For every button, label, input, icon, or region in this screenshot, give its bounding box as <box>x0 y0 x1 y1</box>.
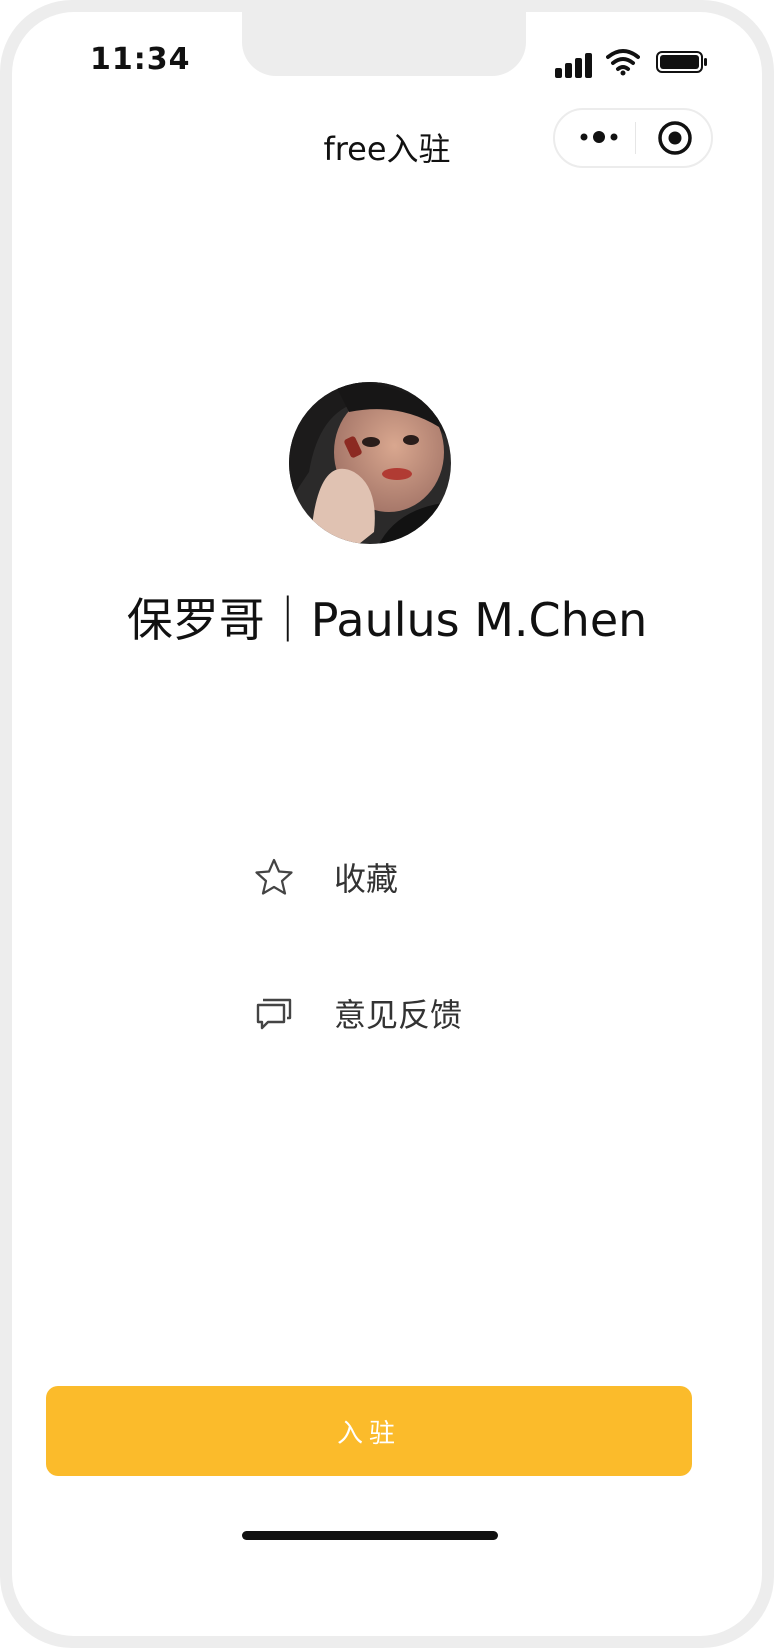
avatar-photo <box>289 382 451 544</box>
menu-item-label: 收藏 <box>334 860 399 898</box>
menu-item-feedback[interactable]: 意见反馈 <box>244 978 544 1048</box>
close-target-icon[interactable] <box>657 120 693 156</box>
menu-item-favorites[interactable]: 收藏 <box>244 842 544 912</box>
notch <box>242 12 526 76</box>
battery-icon <box>656 51 707 73</box>
wifi-icon <box>606 49 640 76</box>
capsule-divider <box>635 122 636 154</box>
screen: 11:34 free入驻 保罗哥｜Paulus M.Chen 收藏 意见反馈 入… <box>12 12 762 1636</box>
avatar[interactable] <box>289 382 451 544</box>
join-button[interactable]: 入驻 <box>46 1386 692 1476</box>
cellular-signal-icon <box>555 48 595 78</box>
chat-bubble-icon <box>256 998 292 1030</box>
mini-program-capsule <box>553 108 713 168</box>
home-indicator[interactable] <box>242 1531 498 1540</box>
star-icon <box>255 858 293 895</box>
menu-item-label: 意见反馈 <box>334 996 463 1034</box>
device-frame: 11:34 free入驻 保罗哥｜Paulus M.Chen 收藏 意见反馈 入… <box>0 0 774 1648</box>
user-name: 保罗哥｜Paulus M.Chen <box>126 593 648 647</box>
status-time: 11:34 <box>90 42 191 77</box>
more-icon[interactable] <box>579 124 619 150</box>
